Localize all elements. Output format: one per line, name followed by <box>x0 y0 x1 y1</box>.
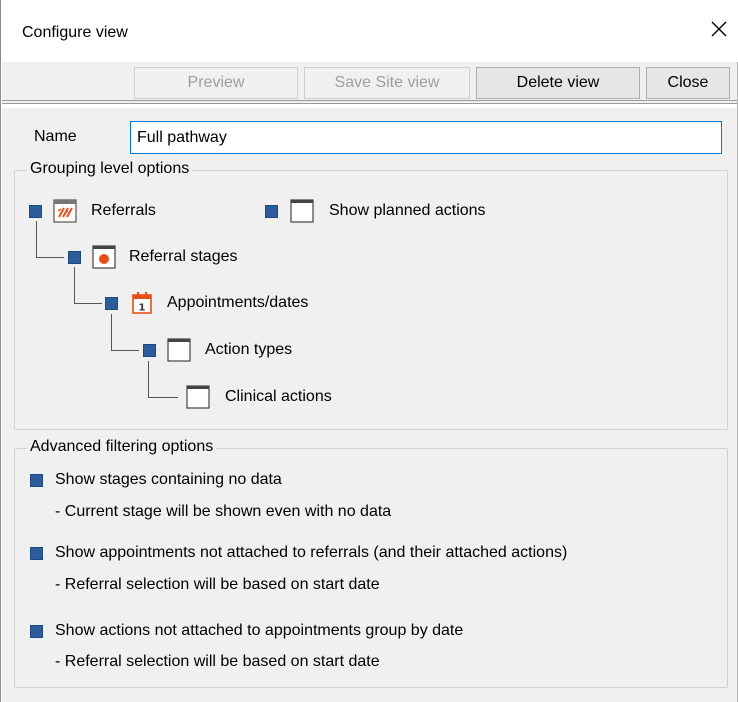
tree-connector <box>74 267 75 303</box>
tree-connector <box>36 257 64 258</box>
appointments-checkbox[interactable] <box>105 297 118 310</box>
preview-button[interactable]: Preview <box>134 67 298 99</box>
window-title: Configure view <box>22 24 128 41</box>
clinical-actions-label: Clinical actions <box>225 388 332 405</box>
close-icon[interactable] <box>708 18 730 40</box>
name-label: Name <box>34 128 77 145</box>
show-unattached-appointments-label: Show appointments not attached to referr… <box>55 544 568 561</box>
referrals-label: Referrals <box>91 202 156 219</box>
show-unattached-appointments-note: - Referral selection will be based on st… <box>55 576 380 593</box>
show-planned-actions-checkbox[interactable] <box>265 205 278 218</box>
tree-connector <box>74 303 102 304</box>
tree-connector <box>148 397 178 398</box>
name-input[interactable]: Full pathway <box>130 121 722 154</box>
tree-connector <box>148 361 149 397</box>
show-unattached-actions-label: Show actions not attached to appointment… <box>55 622 464 639</box>
show-empty-stages-label: Show stages containing no data <box>55 471 282 488</box>
tree-connector <box>36 221 37 257</box>
show-planned-actions-label: Show planned actions <box>329 202 486 219</box>
referral-stages-checkbox[interactable] <box>68 251 81 264</box>
delete-view-button[interactable]: Delete view <box>476 67 640 99</box>
toolbar: Preview Save Site view Delete view Close <box>2 62 737 104</box>
tree-connector <box>111 350 139 351</box>
show-unattached-actions-note: - Referral selection will be based on st… <box>55 653 380 670</box>
save-site-view-button[interactable]: Save Site view <box>304 67 470 99</box>
clinical-actions-icon <box>186 385 210 409</box>
configure-view-dialog: Configure view Preview Save Site view De… <box>0 0 738 702</box>
referral-stages-icon <box>92 245 116 269</box>
action-types-checkbox[interactable] <box>143 344 156 357</box>
action-types-label: Action types <box>205 341 293 358</box>
tree-connector <box>111 314 112 350</box>
action-types-icon <box>167 338 191 362</box>
calendar-icon: 1 <box>132 292 152 314</box>
referrals-checkbox[interactable] <box>29 205 42 218</box>
referral-stages-label: Referral stages <box>129 248 238 265</box>
show-unattached-actions-checkbox[interactable] <box>30 625 43 638</box>
show-empty-stages-note: - Current stage will be shown even with … <box>55 503 392 520</box>
referrals-icon <box>53 199 77 223</box>
close-button[interactable]: Close <box>646 67 730 99</box>
grouping-legend: Grouping level options <box>27 160 193 178</box>
planned-actions-icon <box>290 199 314 223</box>
show-unattached-appointments-checkbox[interactable] <box>30 547 43 560</box>
title-bar: Configure view <box>1 0 738 62</box>
svg-text:1: 1 <box>139 303 146 314</box>
filtering-legend: Advanced filtering options <box>27 438 217 456</box>
show-empty-stages-checkbox[interactable] <box>30 474 43 487</box>
appointments-label: Appointments/dates <box>167 294 309 311</box>
